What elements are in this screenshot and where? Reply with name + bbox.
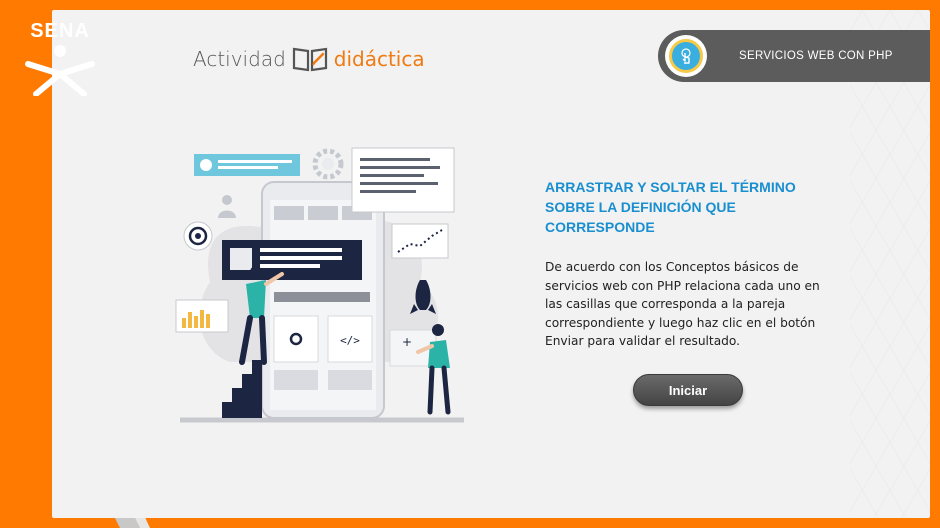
brand-text-actividad: Actividad	[193, 47, 286, 71]
sena-logo: SENA	[18, 20, 102, 96]
topic-label: SERVICIOS WEB CON PHP	[739, 50, 893, 62]
sena-logo-text: SENA	[30, 20, 90, 42]
activity-brand: Actividad didáctica	[193, 42, 425, 76]
book-icon	[292, 47, 327, 72]
activity-title: ARRASTRAR Y SOLTAR EL TÉRMINO SOBRE LA D…	[545, 179, 796, 235]
brand-text-didactica: didáctica	[333, 47, 425, 71]
activity-description: De acuerdo con los Conceptos básicos de …	[545, 260, 820, 348]
plus-symbol: +	[402, 335, 412, 349]
code-symbol: </>	[340, 334, 360, 347]
touch-icon	[669, 39, 703, 73]
sena-figure-icon	[25, 45, 95, 96]
background-pattern	[850, 10, 930, 518]
topic-icon-frame	[665, 35, 707, 77]
topic-badge: SERVICIOS WEB CON PHP	[658, 30, 930, 82]
web-development-illustration: </> +	[175, 147, 464, 423]
start-button[interactable]: Iniciar	[633, 374, 743, 406]
